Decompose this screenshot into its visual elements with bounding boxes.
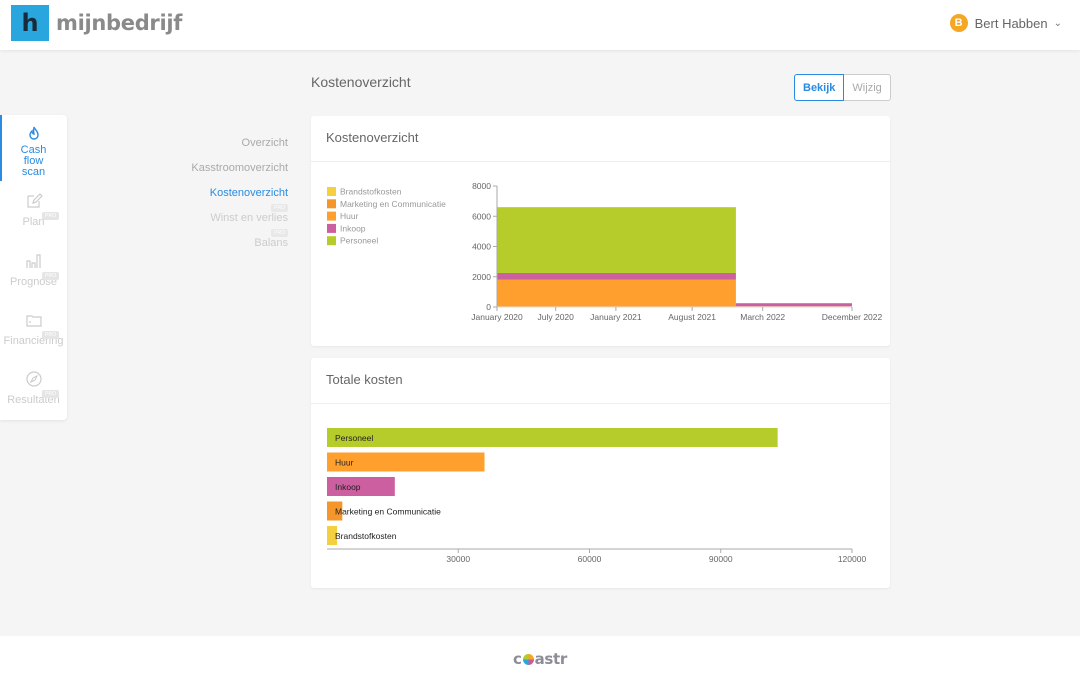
user-menu[interactable]: B Bert Habben ⌄ xyxy=(949,14,1062,32)
sidebar-item-financiering[interactable]: PRO Financiering xyxy=(0,311,67,347)
logo[interactable]: h mijnbedrijf xyxy=(11,5,182,41)
x-tick-label: January 2021 xyxy=(590,312,642,322)
view-edit-toggle: Bekijk Wijzig xyxy=(794,74,891,101)
legend-swatch-huur xyxy=(327,211,336,221)
pro-badge: PRO xyxy=(271,229,288,237)
x-tick-label: 60000 xyxy=(578,554,602,564)
legend-label-personeel: Personeel xyxy=(340,236,378,246)
card-title: Totale kosten xyxy=(311,358,890,404)
bar-chart-icon xyxy=(25,254,41,268)
pro-badge: PRO xyxy=(42,212,59,220)
y-tick-label: 0 xyxy=(486,302,491,312)
x-tick-label: 90000 xyxy=(709,554,733,564)
x-tick-label: August 2021 xyxy=(668,312,716,322)
footer-brand: c astr xyxy=(513,650,568,668)
bar-label-marketing-en-communicatie: Marketing en Communicatie xyxy=(335,507,441,517)
legend-label-huur: Huur xyxy=(340,211,359,221)
legend-swatch-brandstofkosten xyxy=(327,187,336,196)
bar-personeel xyxy=(327,428,778,447)
page-title: Kostenoverzicht xyxy=(311,74,411,90)
legend-swatch-inkoop xyxy=(327,223,336,233)
legend-label-inkoop: Inkoop xyxy=(340,223,366,233)
view-button[interactable]: Bekijk xyxy=(794,74,845,101)
area-inkoop-segment-1 xyxy=(735,303,852,307)
y-tick-label: 2000 xyxy=(472,272,491,282)
total-costs-card: Totale kosten Personeel Huur Inkoop Marketi… xyxy=(311,358,890,588)
legend-label-marketing-en-communicatie: Marketing en Communicatie xyxy=(340,199,446,209)
pro-badge: PRO xyxy=(42,331,59,339)
subnav-item-balans[interactable]: PRO Balans xyxy=(191,229,288,262)
compass-icon xyxy=(25,371,42,387)
sidebar: Cash flow scan PRO Plan PRO Prognose PRO… xyxy=(0,115,67,420)
cost-overview-card: Kostenoverzicht Brandstofkosten Marketing… xyxy=(311,116,890,346)
legend-swatch-marketing-en-communicatie xyxy=(327,199,336,209)
x-tick-label: 30000 xyxy=(446,554,470,564)
x-tick-label: January 2020 xyxy=(471,312,523,322)
wallet-icon xyxy=(25,315,42,327)
x-tick-label: March 2022 xyxy=(740,312,785,322)
cost-overview-chart: Brandstofkosten Marketing en Communicatie… xyxy=(327,181,883,322)
top-bar: h mijnbedrijf B Bert Habben ⌄ xyxy=(0,0,1080,50)
x-tick-label: 120000 xyxy=(838,554,867,564)
area-inkoop-segment-0 xyxy=(497,272,736,280)
area-huur-segment-0 xyxy=(497,279,736,307)
edit-icon xyxy=(26,193,43,208)
avatar: B xyxy=(949,14,968,32)
chevron-down-icon: ⌄ xyxy=(1053,17,1062,29)
card-title: Kostenoverzicht xyxy=(311,116,890,162)
logo-mark: h xyxy=(11,5,49,41)
subnav-item-kasstroomoverzicht[interactable]: Kasstroomoverzicht xyxy=(191,162,288,187)
pro-badge: PRO xyxy=(42,390,59,398)
pro-badge: PRO xyxy=(271,204,288,212)
logo-text: mijnbedrijf xyxy=(56,11,183,35)
y-tick-label: 4000 xyxy=(472,242,491,252)
user-name: Bert Habben xyxy=(974,15,1048,31)
subnav-item-overzicht[interactable]: Overzicht xyxy=(191,137,288,162)
sidebar-item-resultaten[interactable]: PRO Resultaten xyxy=(0,370,67,406)
bar-label-inkoop: Inkoop xyxy=(335,482,361,492)
edit-button[interactable]: Wijzig xyxy=(844,74,891,101)
sidebar-item-cashflow-scan[interactable]: Cash flow scan xyxy=(0,125,67,178)
bar-label-huur: Huur xyxy=(335,458,354,468)
coastr-logo-icon xyxy=(522,654,534,665)
y-tick-label: 6000 xyxy=(472,211,491,221)
x-tick-label: July 2020 xyxy=(537,312,574,322)
sub-navigation: Overzicht Kasstroomoverzicht Kostenoverz… xyxy=(191,137,288,262)
bar-label-personeel: Personeel xyxy=(335,433,373,443)
flame-icon xyxy=(28,126,39,140)
legend-label-brandstofkosten: Brandstofkosten xyxy=(340,187,402,197)
sidebar-item-plan[interactable]: PRO Plan xyxy=(0,192,67,228)
pro-badge: PRO xyxy=(42,272,59,280)
sidebar-item-prognose[interactable]: PRO Prognose xyxy=(0,252,67,288)
area-personeel-segment-0 xyxy=(497,207,736,273)
total-costs-chart: Personeel Huur Inkoop Marketing en Communic… xyxy=(327,428,867,564)
x-tick-label: December 2022 xyxy=(822,312,883,322)
legend-swatch-personeel xyxy=(327,236,336,246)
bar-label-brandstofkosten: Brandstofkosten xyxy=(335,531,397,541)
y-tick-label: 8000 xyxy=(472,181,491,191)
